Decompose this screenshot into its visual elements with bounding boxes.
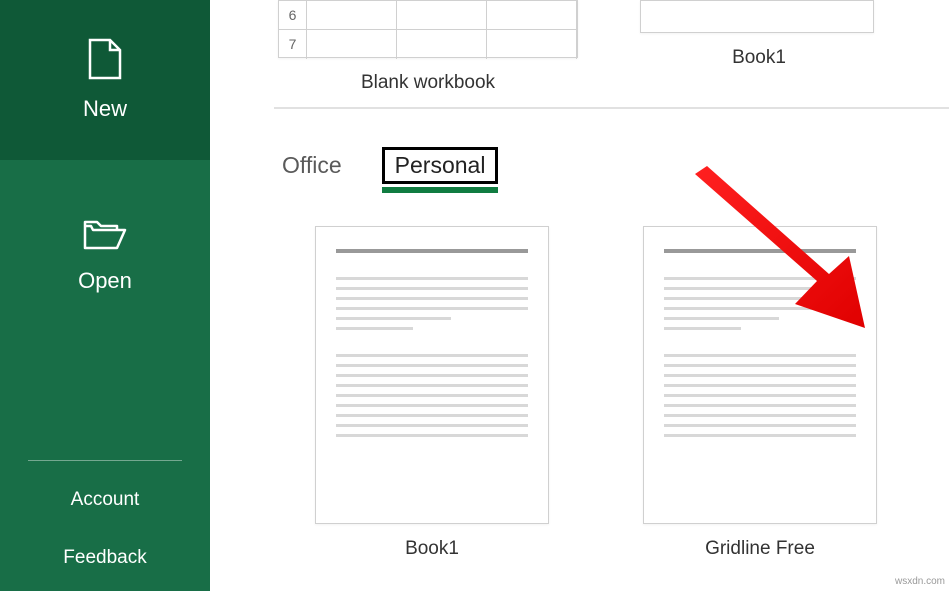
tab-personal-label: Personal xyxy=(395,152,486,178)
sidebar: New Open Account Feedback xyxy=(0,0,210,591)
sidebar-item-new[interactable]: New xyxy=(0,0,210,160)
sidebar-open-label: Open xyxy=(78,268,132,294)
tabs-row: Office Personal xyxy=(210,147,949,184)
sidebar-main: New Open xyxy=(0,0,210,460)
sidebar-bottom: Account Feedback xyxy=(0,471,210,591)
row-number: 6 xyxy=(279,1,307,29)
tab-personal[interactable]: Personal xyxy=(382,147,499,184)
template-caption: Blank workbook xyxy=(361,72,495,94)
sidebar-new-label: New xyxy=(83,96,127,122)
book1-top-preview xyxy=(640,0,874,33)
new-file-icon xyxy=(88,38,122,80)
gridline-free-preview xyxy=(643,226,877,524)
blank-workbook-preview: 6 7 xyxy=(278,0,578,58)
sidebar-divider xyxy=(28,460,182,461)
template-book1-top[interactable]: Book1 xyxy=(644,0,874,69)
top-templates-row: 6 7 Blank workbook Book1 xyxy=(210,0,949,105)
template-blank-workbook[interactable]: 6 7 Blank workbook xyxy=(278,0,578,94)
watermark: wsxdn.com xyxy=(895,576,945,587)
book1-preview xyxy=(315,226,549,524)
tab-office[interactable]: Office xyxy=(274,148,350,183)
template-caption: Book1 xyxy=(732,47,786,69)
row-number: 7 xyxy=(279,30,307,59)
template-caption: Book1 xyxy=(405,538,459,560)
tab-active-underline xyxy=(382,187,499,193)
personal-templates-row: Book1 Gr xyxy=(210,226,949,560)
sidebar-link-account[interactable]: Account xyxy=(0,471,210,529)
sidebar-link-feedback[interactable]: Feedback xyxy=(0,529,210,587)
section-separator xyxy=(274,107,949,109)
open-folder-icon xyxy=(83,218,127,252)
template-gridline-free[interactable]: Gridline Free xyxy=(643,226,877,560)
template-book1[interactable]: Book1 xyxy=(315,226,549,560)
template-caption: Gridline Free xyxy=(705,538,815,560)
sidebar-item-open[interactable]: Open xyxy=(0,160,210,352)
main-content: 6 7 Blank workbook Book1 Office xyxy=(210,0,949,591)
